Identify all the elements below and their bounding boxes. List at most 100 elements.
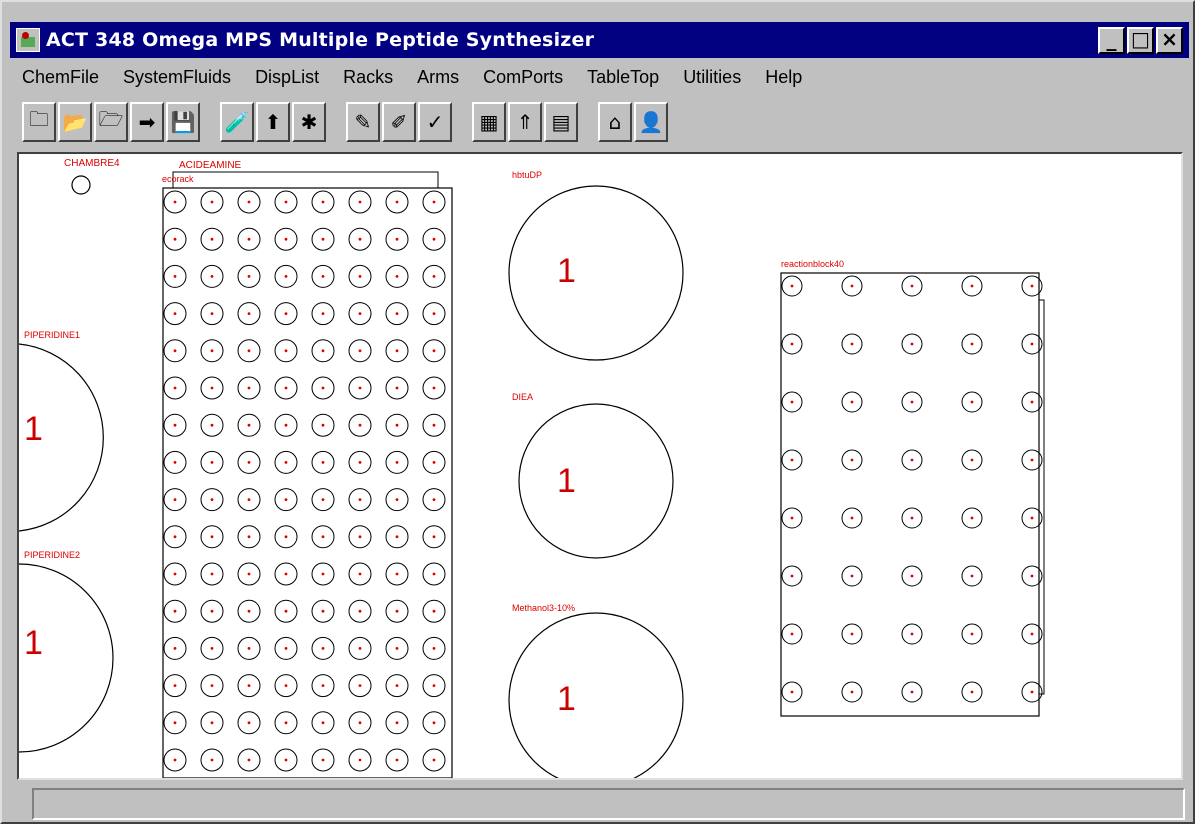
well-marker <box>432 647 436 650</box>
well-marker <box>358 721 362 725</box>
well-marker <box>321 721 325 725</box>
well-marker <box>247 721 251 725</box>
well-marker <box>790 632 794 636</box>
menu-chemfile[interactable]: ChemFile <box>22 67 99 88</box>
rack-multiple-button[interactable]: ▤ <box>544 102 578 142</box>
ecorack-rack[interactable] <box>162 187 453 778</box>
well-marker <box>790 690 794 694</box>
well-marker <box>432 461 436 464</box>
well-marker <box>321 200 325 204</box>
well-marker <box>284 386 288 390</box>
well-marker <box>173 200 177 204</box>
well-marker <box>910 458 914 462</box>
close-button[interactable]: × <box>1156 26 1183 54</box>
well-marker <box>210 349 214 353</box>
diea-count: 1 <box>557 462 576 500</box>
well-marker <box>321 535 325 539</box>
hbtu-bottle[interactable] <box>508 185 684 361</box>
well-marker <box>1030 284 1034 288</box>
well-marker <box>247 572 251 576</box>
menu-utilities[interactable]: Utilities <box>683 67 741 88</box>
well-marker <box>970 516 974 520</box>
well-marker <box>173 647 177 650</box>
folder-arrow-icon: ➡ <box>138 110 156 134</box>
well-marker <box>395 312 399 315</box>
fluid-spray-button[interactable]: ✱ <box>292 102 326 142</box>
menu-tabletop[interactable]: TableTop <box>587 67 659 88</box>
save-file-button[interactable]: 💾 <box>166 102 200 142</box>
fluid-up-button[interactable]: ⬆ <box>256 102 290 142</box>
app-icon[interactable] <box>16 28 40 52</box>
well-marker <box>970 400 974 404</box>
status-bar <box>32 788 1185 820</box>
hbtu-count: 1 <box>557 252 576 290</box>
well-marker <box>395 609 399 613</box>
fluid-up-icon: ⬆ <box>264 110 282 134</box>
well-marker <box>210 609 214 613</box>
well-marker <box>210 572 214 576</box>
new-file-button[interactable]: 🗀 <box>22 102 56 142</box>
well-marker <box>173 386 177 390</box>
menu-help[interactable]: Help <box>765 67 802 88</box>
home-icon: ⌂ <box>608 110 622 134</box>
well-marker <box>321 461 325 464</box>
open-file-button[interactable]: 📂 <box>58 102 92 142</box>
piperidine2-count: 1 <box>24 624 43 662</box>
well-marker <box>284 461 288 464</box>
well-marker <box>970 284 974 288</box>
rack-grid-button[interactable]: ▦ <box>472 102 506 142</box>
toolbar: 🗀 📂 🗁 ➡ 💾 🧪 ⬆ ✱ ✎ ✐ ✓ ▦ ⇑ ▤ ⌂ 👤 <box>22 98 670 146</box>
app-window: ACT 348 Omega MPS Multiple Peptide Synth… <box>0 0 1195 824</box>
well-marker <box>284 312 288 315</box>
methanol-bottle[interactable] <box>508 612 684 780</box>
menu-comports[interactable]: ComPorts <box>483 67 563 88</box>
chambre4-vessel[interactable] <box>71 175 91 195</box>
well-marker <box>358 609 362 613</box>
well-marker <box>358 386 362 390</box>
export-file-button[interactable]: ➡ <box>130 102 164 142</box>
well-marker <box>395 200 399 204</box>
well-marker <box>432 423 436 427</box>
fluid-add-button[interactable]: 🧪 <box>220 102 254 142</box>
refresh-file-button[interactable]: 🗁 <box>94 102 128 142</box>
ecorack-label: ecorack <box>162 174 194 184</box>
home-button[interactable]: ⌂ <box>598 102 632 142</box>
dispense-list-button[interactable]: ✎ <box>346 102 380 142</box>
title-bar[interactable]: ACT 348 Omega MPS Multiple Peptide Synth… <box>10 22 1189 58</box>
dispense-check-button[interactable]: ✓ <box>418 102 452 142</box>
tabletop-canvas[interactable]: CHAMBRE4 ACIDEAMINE ecorack hbtuDP 1 PIP… <box>17 152 1183 780</box>
user-button[interactable]: 👤 <box>634 102 668 142</box>
well-marker <box>284 721 288 725</box>
well-marker <box>284 275 288 278</box>
well-marker <box>284 237 288 241</box>
maximize-button[interactable]: □ <box>1127 26 1154 54</box>
well-marker <box>790 400 794 404</box>
minimize-button[interactable]: _ <box>1098 26 1125 54</box>
menu-arms[interactable]: Arms <box>417 67 459 88</box>
reaction-block-rack[interactable] <box>780 272 1040 717</box>
dispense-edit-button[interactable]: ✐ <box>382 102 416 142</box>
well-marker <box>970 342 974 346</box>
rack-up-button[interactable]: ⇑ <box>508 102 542 142</box>
well-marker <box>358 647 362 650</box>
well-marker <box>247 609 251 613</box>
well-marker <box>358 312 362 315</box>
well-marker <box>210 721 214 725</box>
well-marker <box>321 423 325 427</box>
menu-racks[interactable]: Racks <box>343 67 393 88</box>
well-marker <box>432 721 436 725</box>
menu-systemfluids[interactable]: SystemFluids <box>123 67 231 88</box>
well-marker <box>850 400 854 404</box>
diea-bottle[interactable] <box>518 403 674 559</box>
well-marker <box>1030 516 1034 520</box>
well-marker <box>910 574 914 578</box>
well-marker <box>910 284 914 288</box>
well-marker <box>210 647 214 650</box>
well-marker <box>247 237 251 241</box>
piperidine2-label: PIPERIDINE2 <box>24 550 80 560</box>
well-marker <box>284 609 288 613</box>
well-marker <box>790 516 794 520</box>
menu-displist[interactable]: DispList <box>255 67 319 88</box>
well-marker <box>210 237 214 241</box>
fluid-spray-icon: ✱ <box>300 110 318 134</box>
